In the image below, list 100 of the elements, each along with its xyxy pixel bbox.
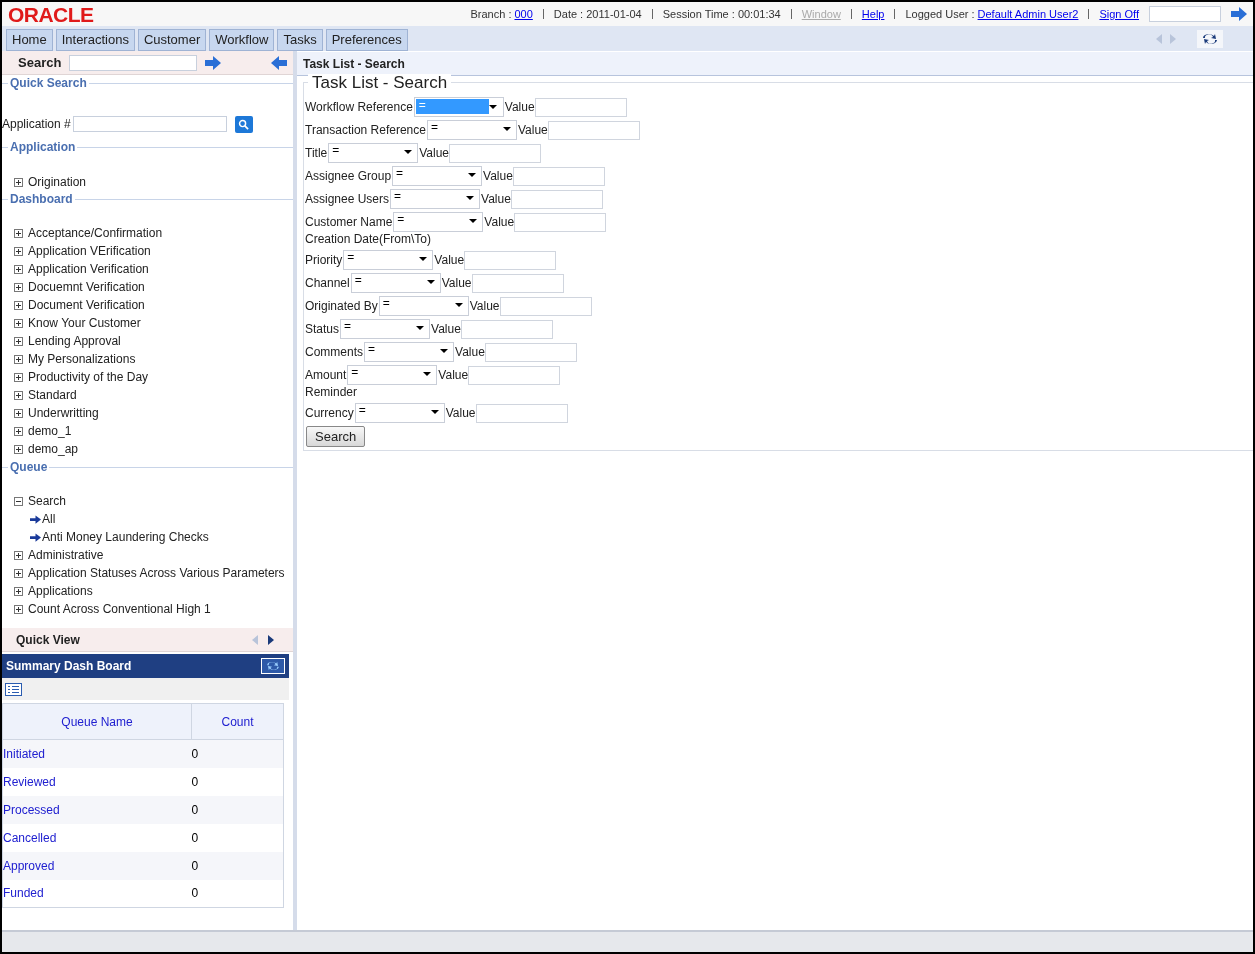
operator-dropdown[interactable]: =	[392, 166, 483, 186]
value-field[interactable]	[499, 297, 592, 316]
tree-item[interactable]: demo_ap	[28, 440, 79, 458]
nav-tab[interactable]: Tasks	[277, 29, 323, 51]
queue-link[interactable]: Cancelled	[3, 830, 57, 845]
operator-dropdown[interactable]: =	[354, 403, 445, 423]
list-icon[interactable]	[5, 682, 22, 696]
tree-item[interactable]: Standard	[28, 386, 77, 404]
value-field[interactable]	[534, 98, 627, 117]
nav-tab[interactable]: Customer	[137, 29, 207, 51]
value-field[interactable]	[475, 404, 568, 423]
tree-item[interactable]: Origination	[28, 173, 87, 191]
queue-link[interactable]: Funded	[3, 886, 44, 901]
tree-item[interactable]: Acceptance/Confirmation	[28, 224, 163, 242]
top-input[interactable]	[1149, 6, 1221, 22]
operator-dropdown[interactable]: =	[328, 143, 419, 163]
refresh-icon[interactable]	[1202, 33, 1218, 45]
tree-item[interactable]: Search	[28, 492, 67, 510]
value-field[interactable]	[464, 251, 557, 270]
go-arrow-icon[interactable]	[1231, 7, 1247, 21]
field-label: Value	[434, 252, 465, 269]
right-triangle-icon[interactable]	[267, 634, 275, 645]
tree-item[interactable]: Underwritting	[28, 404, 99, 422]
operator-dropdown[interactable]: =	[340, 319, 431, 339]
operator-dropdown[interactable]: =	[390, 189, 481, 209]
value-field[interactable]	[471, 274, 564, 293]
expand-icon[interactable]	[14, 372, 23, 382]
expand-icon[interactable]	[14, 586, 23, 596]
nav-tab[interactable]: Home	[6, 29, 53, 51]
value-field[interactable]	[460, 320, 553, 339]
expand-icon[interactable]	[14, 318, 23, 328]
tree-item[interactable]: Administrative	[28, 546, 104, 564]
caret-icon	[488, 105, 497, 109]
expand-icon[interactable]	[14, 246, 23, 256]
nav-tab[interactable]: Workflow	[209, 29, 275, 51]
nav-tab[interactable]: Preferences	[325, 29, 408, 51]
tree-item[interactable]: Count Across Conventional High 1	[28, 600, 211, 618]
tree-item[interactable]: Productivity of the Day	[28, 368, 149, 386]
expand-icon[interactable]	[14, 300, 23, 310]
tree-item[interactable]: Document Verification	[28, 296, 145, 314]
expand-icon[interactable]	[14, 228, 23, 238]
user-link[interactable]: Default Admin User2	[977, 5, 1079, 23]
tree-item[interactable]: Application Verification	[28, 260, 149, 278]
operator-dropdown[interactable]: =	[393, 212, 484, 232]
tree-item[interactable]: All	[42, 510, 56, 528]
expand-icon[interactable]	[14, 336, 23, 346]
tree-item[interactable]: Know Your Customer	[28, 314, 141, 332]
collapse-arrow-icon[interactable]	[271, 55, 287, 70]
queue-link[interactable]: Approved	[3, 858, 55, 873]
expand-icon[interactable]	[14, 426, 23, 436]
field-label: Application #	[2, 116, 71, 133]
queue-link[interactable]: Processed	[3, 802, 60, 817]
tree-item[interactable]: Applications	[28, 582, 93, 600]
expand-icon[interactable]	[14, 177, 23, 187]
search-icon[interactable]	[234, 115, 253, 133]
value-field[interactable]	[449, 144, 542, 163]
operator-dropdown[interactable]: =	[343, 250, 434, 270]
section-title: Queue	[9, 459, 49, 476]
nav-tab[interactable]: Interactions	[55, 29, 135, 51]
tree-item[interactable]: Application VErification	[28, 242, 151, 260]
expand-icon[interactable]	[14, 282, 23, 292]
refresh-button[interactable]	[261, 658, 285, 674]
value-field[interactable]	[512, 167, 605, 186]
operator-dropdown[interactable]: =	[350, 273, 441, 293]
expand-icon[interactable]	[14, 408, 23, 418]
tree-item[interactable]: demo_1	[28, 422, 72, 440]
tree-item[interactable]: My Personalizations	[28, 350, 136, 368]
expand-icon[interactable]	[14, 444, 23, 454]
go-arrow-icon[interactable]	[205, 55, 222, 70]
value-field[interactable]	[547, 121, 640, 140]
expand-icon[interactable]	[14, 604, 23, 614]
expand-icon[interactable]	[14, 550, 23, 560]
tree-item[interactable]: Application Statuses Across Various Parameters	[28, 564, 285, 582]
field-label: Workflow Reference	[305, 99, 413, 116]
search-button[interactable]: Search	[306, 426, 366, 447]
tree-item[interactable]: Lending Approval	[28, 332, 121, 350]
value-field[interactable]	[514, 213, 607, 232]
operator-dropdown[interactable]: =	[364, 342, 454, 362]
expand-icon[interactable]	[14, 354, 23, 364]
queue-link[interactable]: Initiated	[3, 746, 46, 761]
expand-icon[interactable]	[14, 568, 23, 578]
help-link[interactable]: Help	[861, 5, 885, 23]
operator-dropdown[interactable]: =	[426, 120, 517, 140]
operator-dropdown[interactable]: =	[378, 296, 469, 316]
operator-dropdown[interactable]: =	[347, 365, 438, 385]
search-field[interactable]	[69, 54, 198, 71]
field-label: Value	[484, 214, 515, 231]
expand-icon[interactable]	[14, 390, 23, 400]
field-label: Value	[438, 367, 469, 384]
value-field[interactable]	[468, 366, 561, 385]
collapse-icon[interactable]	[14, 496, 23, 506]
tree-item[interactable]: Anti Money Laundering Checks	[42, 528, 209, 546]
expand-icon[interactable]	[14, 264, 23, 274]
queue-link[interactable]: Reviewed	[3, 774, 56, 789]
value-field[interactable]	[510, 190, 603, 209]
sign-off-link[interactable]: Sign Off	[1099, 5, 1139, 23]
tree-item[interactable]: Docuemnt Verification	[28, 278, 145, 296]
value-field[interactable]	[484, 343, 577, 362]
branch-link[interactable]: 000	[514, 5, 533, 23]
application-number-field[interactable]	[72, 116, 227, 132]
